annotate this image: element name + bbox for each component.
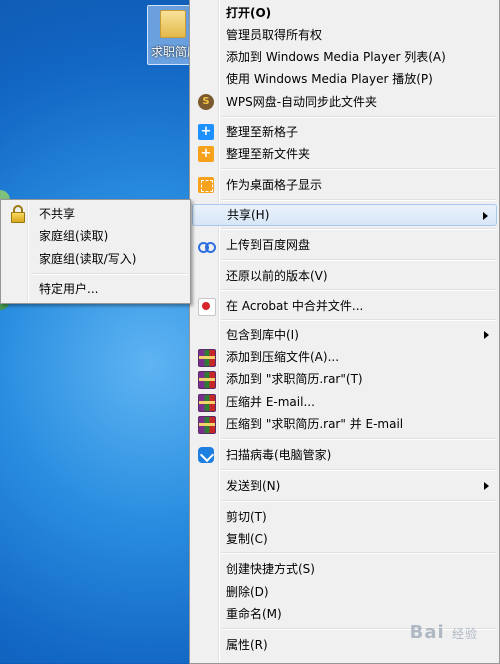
menu-item-compress-rar-email[interactable]: 压缩到 "求职简历.rar" 并 E-mail	[192, 413, 497, 435]
menu-separator	[221, 116, 496, 118]
tencent-shield-icon	[198, 447, 214, 463]
submenu-item-no-share[interactable]: 不共享	[3, 203, 188, 225]
baidu-netdisk-icon	[198, 237, 216, 253]
desktop-folder-icon[interactable]: 求职简历	[147, 5, 199, 65]
menu-separator	[221, 552, 496, 554]
menu-separator	[221, 199, 496, 201]
submenu-item-specific-users[interactable]: 特定用户...	[3, 278, 188, 300]
winrar-icon	[198, 416, 216, 434]
share-submenu: 不共享 家庭组(读取) 家庭组(读取/写入) 特定用户...	[0, 199, 191, 304]
fences-add-icon: +	[198, 124, 214, 140]
wps-cloud-icon: S	[198, 94, 214, 110]
menu-item-add-rar[interactable]: 添加到 "求职简历.rar"(T)	[192, 368, 497, 390]
menu-separator	[221, 438, 496, 440]
submenu-item-homegroup-read[interactable]: 家庭组(读取)	[3, 225, 188, 247]
menu-item-new-folder[interactable]: + 整理至新文件夹	[192, 143, 497, 165]
baidu-watermark: Bai 经验	[409, 622, 478, 643]
menu-item-take-ownership[interactable]: 管理员取得所有权	[192, 24, 497, 46]
menu-separator	[221, 228, 496, 230]
menu-item-cut[interactable]: 剪切(T)	[192, 506, 497, 528]
menu-item-open[interactable]: 打开(O)	[192, 2, 497, 24]
menu-separator	[221, 168, 496, 170]
menu-item-add-wmp-list[interactable]: 添加到 Windows Media Player 列表(A)	[192, 46, 497, 68]
menu-item-compress-email[interactable]: 压缩并 E-mail...	[192, 391, 497, 413]
menu-item-virus-scan[interactable]: 扫描病毒(电脑管家)	[192, 444, 497, 466]
lock-icon	[11, 205, 25, 223]
winrar-icon	[198, 371, 216, 389]
context-menu: 打开(O) 管理员取得所有权 添加到 Windows Media Player …	[189, 0, 500, 664]
menu-separator	[221, 319, 496, 321]
menu-separator	[221, 259, 496, 261]
menu-item-include-library[interactable]: 包含到库中(I)	[192, 324, 497, 346]
new-folder-icon: +	[198, 146, 214, 162]
menu-item-desktop-fence[interactable]: 作为桌面格子显示	[192, 174, 497, 196]
menu-separator	[31, 273, 187, 275]
menu-item-copy[interactable]: 复制(C)	[192, 528, 497, 550]
submenu-arrow-icon	[484, 482, 489, 490]
winrar-icon	[198, 394, 216, 412]
menu-item-add-archive[interactable]: 添加到压缩文件(A)...	[192, 346, 497, 368]
acrobat-icon	[198, 298, 216, 316]
menu-item-share[interactable]: 共享(H)	[192, 204, 497, 226]
menu-separator	[221, 500, 496, 502]
winrar-icon	[198, 349, 216, 367]
menu-item-new-fence[interactable]: + 整理至新格子	[192, 121, 497, 143]
menu-item-baidu-upload[interactable]: 上传到百度网盘	[192, 234, 497, 256]
submenu-arrow-icon	[484, 331, 489, 339]
menu-item-send-to[interactable]: 发送到(N)	[192, 475, 497, 497]
menu-item-restore-versions[interactable]: 还原以前的版本(V)	[192, 265, 497, 287]
menu-separator	[221, 469, 496, 471]
menu-item-wps-sync[interactable]: S WPS网盘-自动同步此文件夹	[192, 91, 497, 113]
menu-item-play-wmp[interactable]: 使用 Windows Media Player 播放(P)	[192, 68, 497, 90]
menu-item-acrobat-merge[interactable]: 在 Acrobat 中合并文件...	[192, 295, 497, 317]
menu-item-delete[interactable]: 删除(D)	[192, 581, 497, 603]
menu-item-create-shortcut[interactable]: 创建快捷方式(S)	[192, 558, 497, 580]
menu-separator	[221, 289, 496, 291]
desktop-fence-icon	[198, 177, 214, 193]
submenu-item-homegroup-readwrite[interactable]: 家庭组(读取/写入)	[3, 248, 188, 270]
submenu-arrow-icon	[483, 212, 488, 220]
folder-icon	[160, 10, 186, 38]
